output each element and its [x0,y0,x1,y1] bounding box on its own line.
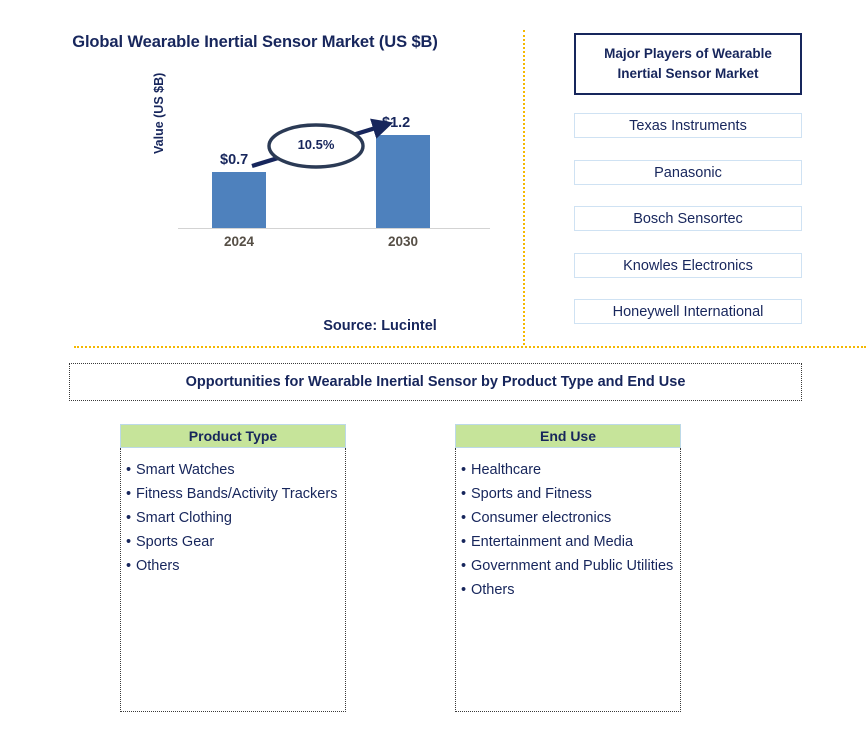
list-item: Government and Public Utilities [460,556,674,576]
cagr-label: 10.5% [297,137,335,152]
bar-value-2024: $0.7 [220,152,249,168]
segment-box-product-type: Smart Watches Fitness Bands/Activity Tra… [120,448,346,712]
list-item: Fitness Bands/Activity Trackers [125,484,339,504]
segment-list-end-use: Healthcare Sports and Fitness Consumer e… [460,460,674,600]
opportunities-banner: Opportunities for Wearable Inertial Sens… [69,363,802,401]
bar-2024 [212,172,266,229]
player-item-knowles-electronics[interactable]: Knowles Electronics [574,253,802,278]
x-tick-label-2024: 2024 [223,234,255,249]
market-chart-panel: Global Wearable Inertial Sensor Market (… [0,0,524,348]
segment-column-product-type: Product Type Smart Watches Fitness Bands… [120,424,346,712]
segment-header-product-type: Product Type [120,424,346,448]
segment-column-end-use: End Use Healthcare Sports and Fitness Co… [455,424,681,712]
list-item: Others [125,556,339,576]
chart-x-axis-line [178,228,490,229]
major-players-panel: Major Players of Wearable Inertial Senso… [574,33,802,324]
segment-box-end-use: Healthcare Sports and Fitness Consumer e… [455,448,681,712]
chart-title: Global Wearable Inertial Sensor Market (… [72,33,438,51]
horizontal-divider [74,346,866,348]
segment-header-end-use: End Use [455,424,681,448]
player-item-texas-instruments[interactable]: Texas Instruments [574,113,802,138]
list-item: Others [460,580,674,600]
list-item: Consumer electronics [460,508,674,528]
player-item-honeywell-international[interactable]: Honeywell International [574,299,802,324]
list-item: Smart Watches [125,460,339,480]
x-tick-label-2030: 2030 [387,234,419,249]
list-item: Sports and Fitness [460,484,674,504]
player-item-panasonic[interactable]: Panasonic [574,160,802,185]
segment-list-product-type: Smart Watches Fitness Bands/Activity Tra… [125,460,339,576]
list-item: Healthcare [460,460,674,480]
list-item: Smart Clothing [125,508,339,528]
vertical-divider [523,30,525,345]
player-item-bosch-sensortec[interactable]: Bosch Sensortec [574,206,802,231]
source-label: Source: Lucintel [323,318,437,334]
list-item: Entertainment and Media [460,532,674,552]
chart-y-axis-label: Value (US $B) [152,72,166,154]
major-players-header: Major Players of Wearable Inertial Senso… [574,33,802,95]
list-item: Sports Gear [125,532,339,552]
